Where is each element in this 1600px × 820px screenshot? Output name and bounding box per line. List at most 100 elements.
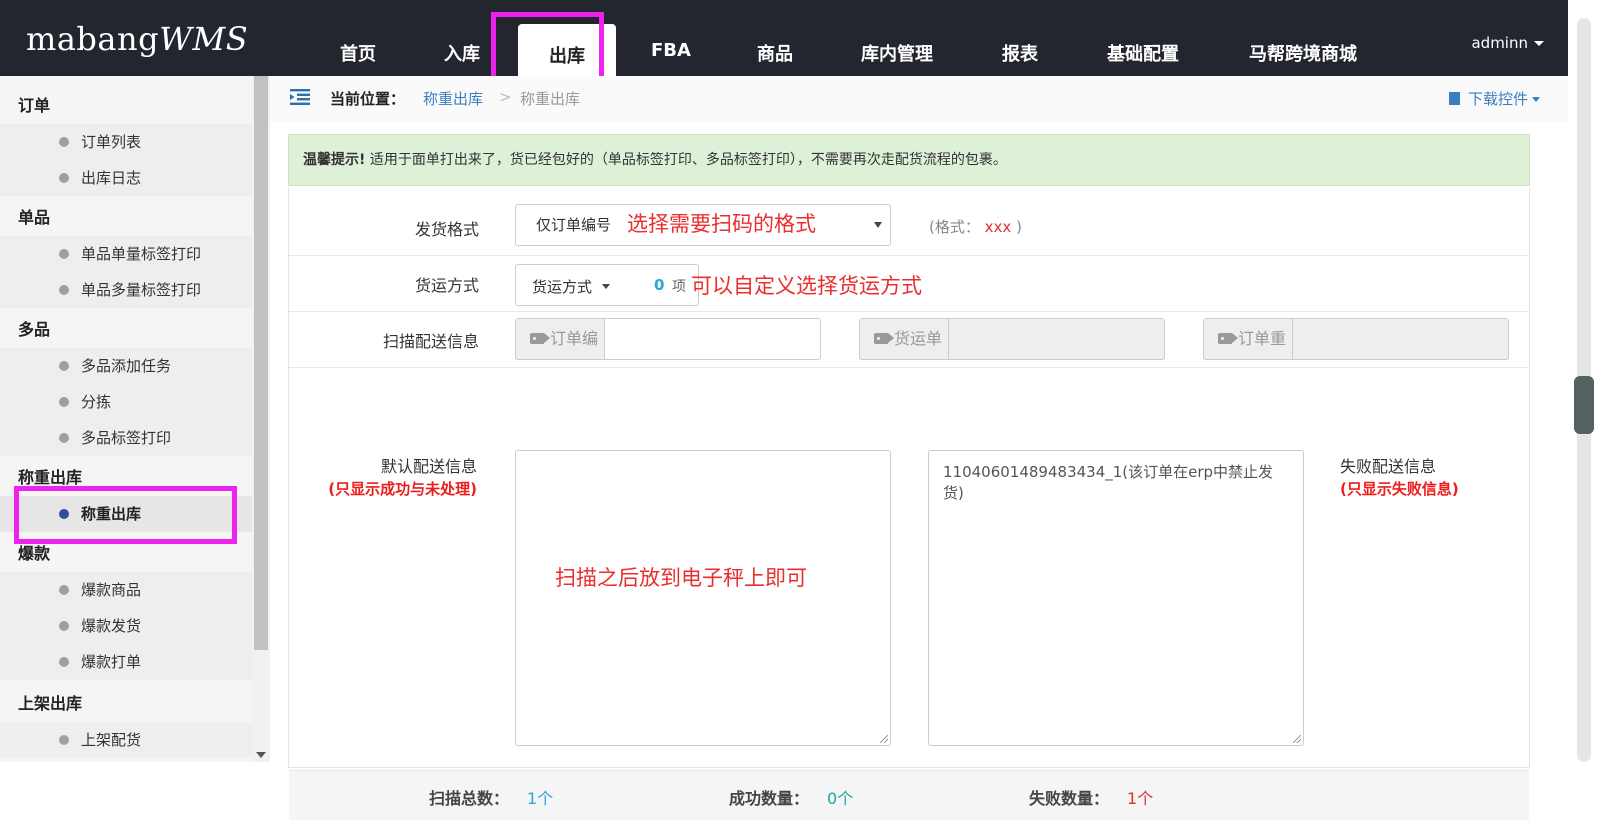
format-row: 发货格式 仅订单编号 (格式： xxx ) 选择需要扫码的格式	[289, 188, 1529, 256]
page-scroll-handle[interactable]	[1574, 376, 1594, 434]
bullet-icon	[59, 137, 69, 147]
sidebar-scrollbar[interactable]	[252, 76, 270, 762]
sidebar-item-label: 出库日志	[81, 169, 142, 187]
fail-info-content: 11040601489483434_1(该订单在erp中禁止发货)	[943, 463, 1274, 502]
bullet-icon	[59, 173, 69, 183]
shipping-row: 货运方式 货运方式 0 项 可以自定义选择货运方式	[289, 256, 1529, 312]
nav-reports[interactable]: 报表	[970, 0, 1070, 76]
summary-fail-value: 1个	[1127, 789, 1154, 808]
format-hint-prefix: (格式：	[929, 218, 980, 236]
scroll-down-arrow-icon[interactable]	[256, 752, 266, 758]
download-control-button[interactable]: 下载控件	[1448, 88, 1540, 109]
menu-toggle-icon[interactable]	[290, 89, 310, 105]
user-menu[interactable]: adminn	[1471, 34, 1544, 52]
nav-fba[interactable]: FBA	[616, 0, 726, 76]
shipping-method-text: 货运方式	[532, 278, 593, 296]
shipping-label: 货运方式	[414, 276, 479, 295]
nav-config[interactable]: 基础配置	[1070, 0, 1216, 76]
sidebar-item-order-list[interactable]: 订单列表	[0, 124, 252, 160]
summary-fail: 失败数量： 1个	[1029, 785, 1153, 809]
bullet-icon	[59, 285, 69, 295]
nav-home[interactable]: 首页	[306, 0, 410, 76]
sidebar-item-label: 分拣	[81, 393, 112, 411]
default-info-label: 默认配送信息 (只显示成功与未处理)	[289, 456, 477, 500]
sidebar-group-shelf: 上架出库	[18, 694, 83, 713]
scan-label: 扫描配送信息	[382, 332, 479, 351]
summary-total-value: 1个	[527, 789, 554, 808]
sidebar-item-single-multi-print[interactable]: 单品多量标签打印	[0, 272, 252, 308]
sidebar-group-order: 订单	[18, 96, 51, 115]
bullet-icon	[59, 735, 69, 745]
sidebar-item-hot-ship[interactable]: 爆款发货	[0, 608, 252, 644]
breadcrumb: 当前位置： 称重出库 > 称重出库 下载控件	[270, 76, 1568, 122]
bullet-icon	[59, 433, 69, 443]
page-scrollbar[interactable]	[1568, 0, 1600, 762]
shipping-method-dropdown[interactable]: 货运方式 0 项	[515, 264, 699, 306]
sidebar-item-label: 单品多量标签打印	[81, 281, 202, 299]
sidebar-item-multi-label-print[interactable]: 多品标签打印	[0, 420, 252, 456]
sidebar-item-label: 爆款商品	[81, 581, 142, 599]
chevron-down-icon	[874, 222, 882, 228]
fail-info-textarea[interactable]: 11040601489483434_1(该订单在erp中禁止发货)	[928, 450, 1304, 746]
logo-wms: WMS	[159, 20, 249, 58]
bullet-icon	[59, 657, 69, 667]
bullet-icon	[59, 585, 69, 595]
user-name: adminn	[1471, 34, 1528, 52]
bullet-icon	[59, 249, 69, 259]
weigh-outbound-form: 发货格式 仅订单编号 (格式： xxx ) 选择需要扫码的格式 货运方式 货运方…	[288, 188, 1530, 820]
chevron-down-icon	[1532, 97, 1540, 102]
sidebar-item-label: 多品标签打印	[81, 429, 172, 447]
main-content: 当前位置： 称重出库 > 称重出库 下载控件 温馨提示! 适用于面单打出来了，货…	[270, 76, 1568, 820]
default-info-title: 默认配送信息	[380, 457, 477, 476]
order-number-input[interactable]	[605, 319, 820, 359]
bullet-icon	[59, 361, 69, 371]
order-number-group: 订单编号	[515, 318, 821, 360]
sidebar-item-outbound-log[interactable]: 出库日志	[0, 160, 252, 196]
tracking-number-input	[949, 319, 1164, 359]
default-info-textarea[interactable]	[515, 450, 891, 746]
breadcrumb-link[interactable]: 称重出库	[423, 88, 483, 109]
main-nav: 首页 入库 出库 FBA 商品 库内管理 报表 基础配置 马帮跨境商城	[306, 0, 1390, 76]
sidebar-item-label: 上架配货	[81, 731, 142, 749]
resize-grip-icon[interactable]	[1293, 735, 1301, 743]
tag-icon	[1218, 333, 1238, 344]
sidebar-item-multi-add-task[interactable]: 多品添加任务	[0, 348, 252, 384]
alert-text: 适用于面单打出来了，货已经包好的（单品标签打印、多品标签打印），不需要再次走配货…	[365, 152, 1007, 168]
summary-total-label: 扫描总数：	[429, 789, 510, 808]
fail-info-title: 失败配送信息	[1340, 457, 1437, 476]
sidebar-scroll-thumb[interactable]	[254, 76, 268, 650]
sidebar-item-hot-products[interactable]: 爆款商品	[0, 572, 252, 608]
format-hint: (格式： xxx )	[929, 216, 1022, 237]
sidebar-item-label: 单品单量标签打印	[81, 245, 202, 263]
sidebar: 订单 订单列表 出库日志 单品 单品单量标签打印 单品多量标签打印 多品 多品添…	[0, 76, 252, 762]
sidebar-item-label: 订单列表	[81, 133, 142, 151]
top-navbar: mabangWMS 首页 入库 出库 FBA 商品 库内管理 报表 基础配置 马…	[0, 0, 1568, 76]
fail-info-sub: (只显示失败信息)	[1340, 480, 1459, 498]
sidebar-item-hot-print[interactable]: 爆款打单	[0, 644, 252, 680]
logo[interactable]: mabangWMS	[26, 20, 248, 58]
sidebar-item-shelf-allocate[interactable]: 上架配货	[0, 722, 252, 758]
summary-fail-label: 失败数量：	[1029, 789, 1110, 808]
sidebar-item-label: 多品添加任务	[81, 357, 172, 375]
sidebar-item-sorting[interactable]: 分拣	[0, 384, 252, 420]
nav-products[interactable]: 商品	[726, 0, 824, 76]
resize-grip-icon[interactable]	[880, 735, 888, 743]
breadcrumb-separator: >	[499, 88, 512, 106]
nav-mall[interactable]: 马帮跨境商城	[1216, 0, 1390, 76]
chevron-down-icon	[1534, 41, 1544, 46]
logo-text: mabang	[26, 20, 160, 58]
summary-total: 扫描总数： 1个	[429, 785, 553, 809]
sidebar-item-single-label-print[interactable]: 单品单量标签打印	[0, 236, 252, 272]
shipping-count: 0	[654, 276, 665, 294]
summary-success: 成功数量： 0个	[729, 785, 853, 809]
sidebar-item-label: 爆款打单	[81, 653, 142, 671]
alert-title: 温馨提示!	[303, 152, 366, 168]
download-label: 下载控件	[1467, 90, 1528, 108]
scan-summary: 扫描总数： 1个 成功数量： 0个 失败数量： 1个	[289, 770, 1529, 820]
annotation-scale: 扫描之后放到电子秤上即可	[555, 566, 807, 590]
sidebar-group-single: 单品	[18, 208, 51, 227]
nav-warehouse[interactable]: 库内管理	[824, 0, 970, 76]
annotation-shipping: 可以自定义选择货运方式	[691, 274, 922, 298]
order-weight-addon: 订单重量	[1204, 319, 1293, 359]
format-label: 发货格式	[414, 220, 479, 239]
